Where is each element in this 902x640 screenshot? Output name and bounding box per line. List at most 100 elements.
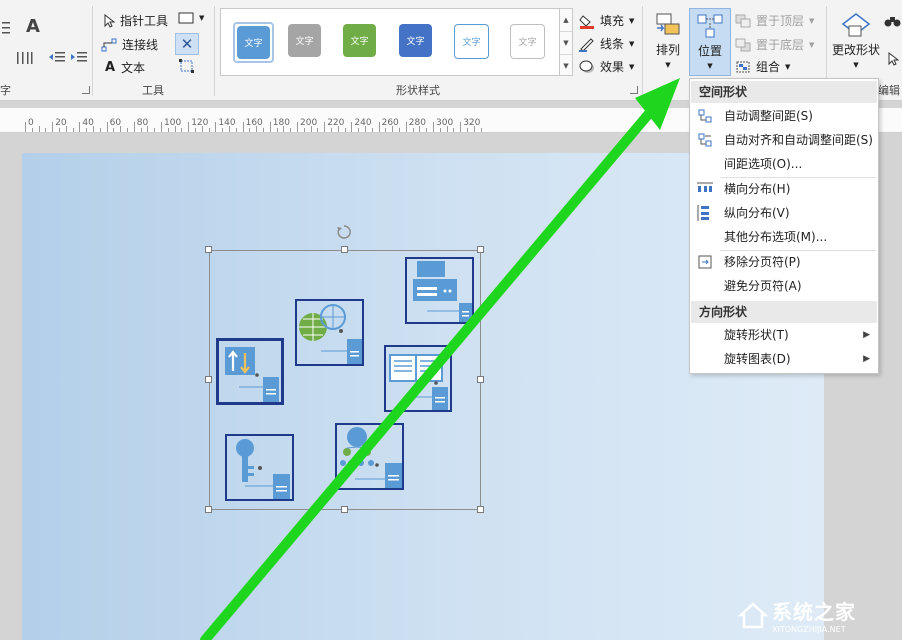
position-button[interactable]: 位置 ▼ bbox=[689, 8, 731, 76]
style-swatch-2[interactable]: 文字 bbox=[288, 24, 321, 57]
font-size-icon[interactable]: A bbox=[26, 16, 40, 37]
style-swatch-6[interactable]: 文字 bbox=[510, 24, 545, 59]
fill-button[interactable]: 填充 ▼ bbox=[579, 12, 634, 29]
gallery-down-icon[interactable]: ▼ bbox=[560, 32, 572, 55]
menu-item-remove-page-break[interactable]: 移除分页符(P) bbox=[690, 251, 878, 273]
ruler-tick bbox=[433, 122, 434, 132]
ruler-label: 100 bbox=[164, 118, 181, 128]
menu-item-label: 自动对齐和自动调整间距(S) bbox=[724, 129, 873, 151]
swatch-1-inner: 文字 bbox=[237, 26, 270, 59]
book-shape[interactable] bbox=[384, 345, 452, 412]
ruler-minor-tick bbox=[399, 128, 400, 132]
line-button[interactable]: 线条 ▼ bbox=[579, 35, 634, 52]
ruler-minor-tick bbox=[290, 128, 291, 132]
ruler-minor-tick bbox=[45, 128, 46, 132]
rotate-handle-icon[interactable] bbox=[336, 224, 352, 240]
effect-button[interactable]: 效果 ▼ bbox=[579, 58, 634, 75]
delete-x-icon[interactable]: ✕ bbox=[175, 33, 199, 55]
ruler-minor-tick bbox=[175, 126, 176, 132]
resize-handle-sw[interactable] bbox=[205, 506, 212, 513]
org-tree-shape[interactable] bbox=[335, 423, 404, 490]
resize-handle-w[interactable] bbox=[205, 376, 212, 383]
ruler-minor-tick bbox=[195, 128, 196, 132]
ruler-tick bbox=[297, 122, 298, 132]
change-shape-label: 更改形状 bbox=[832, 41, 880, 58]
style-swatch-4[interactable]: 文字 bbox=[399, 24, 432, 57]
globe-network-shape[interactable] bbox=[295, 299, 364, 366]
gallery-scroll[interactable]: ▲ ▼ ▼ bbox=[559, 8, 573, 76]
line-label: 线条 bbox=[600, 35, 624, 52]
style-swatch-3[interactable]: 文字 bbox=[343, 24, 376, 57]
resize-handle-s[interactable] bbox=[341, 506, 348, 513]
gallery-more-icon[interactable]: ▼ bbox=[560, 55, 572, 77]
menu-item-label: 间距选项(O)... bbox=[724, 153, 802, 175]
ruler-label: 300 bbox=[436, 118, 453, 128]
menu-item-vertical-distribute[interactable]: 纵向分布(V) bbox=[690, 202, 878, 224]
shape-styles-launcher[interactable] bbox=[630, 86, 638, 94]
ruler-minor-tick bbox=[331, 128, 332, 132]
send-back-label: 置于底层 bbox=[756, 36, 804, 53]
transfer-shape[interactable] bbox=[216, 338, 284, 405]
indent-decrease-icon[interactable] bbox=[48, 50, 66, 64]
resize-handle-se[interactable] bbox=[477, 506, 484, 513]
key-shape[interactable] bbox=[225, 434, 294, 501]
menu-item-horizontal-distribute[interactable]: 横向分布(H) bbox=[690, 178, 878, 200]
chevron-down-icon: ▼ bbox=[199, 14, 204, 22]
menu-item-spacing-options[interactable]: 间距选项(O)... bbox=[690, 153, 878, 175]
change-shape-button[interactable]: 更改形状 ▼ bbox=[830, 12, 882, 69]
vertical-distribute-icon bbox=[697, 205, 713, 221]
select-pointer-icon[interactable] bbox=[887, 52, 899, 66]
watermark-text: 系统之家 bbox=[772, 596, 856, 625]
binoculars-icon[interactable] bbox=[884, 14, 902, 28]
send-to-back-button[interactable]: 置于底层 ▼ bbox=[735, 36, 814, 53]
ruler-tick bbox=[324, 122, 325, 132]
ruler-minor-tick bbox=[345, 128, 346, 132]
text-direction-icon[interactable] bbox=[16, 50, 34, 66]
ruler-minor-tick bbox=[304, 128, 305, 132]
indent-increase-icon[interactable] bbox=[70, 50, 88, 64]
group-button[interactable]: 组合 ▼ bbox=[735, 58, 790, 75]
connector-label: 连接线 bbox=[122, 36, 158, 53]
connector-icon bbox=[101, 38, 117, 52]
ruler-minor-tick bbox=[236, 128, 237, 132]
shape-styles-group-label: 形状样式 bbox=[396, 82, 440, 98]
menu-item-align-space[interactable]: 自动对齐和自动调整间距(S) bbox=[690, 129, 878, 151]
menu-item-avoid-page-break[interactable]: 避免分页符(A) bbox=[690, 275, 878, 297]
rectangle-shape-button[interactable]: ▼ bbox=[178, 12, 204, 24]
ruler-minor-tick bbox=[66, 126, 67, 132]
ruler-minor-tick bbox=[277, 128, 278, 132]
pointer-tool-button[interactable]: 指针工具 bbox=[103, 12, 168, 29]
swatch-2-label: 文字 bbox=[295, 34, 313, 47]
list-icon[interactable] bbox=[2, 20, 12, 36]
arrange-button[interactable]: 排列 ▼ bbox=[652, 12, 684, 69]
style-swatch-5[interactable]: 文字 bbox=[454, 24, 489, 59]
ruler-minor-tick bbox=[283, 126, 284, 132]
ruler-minor-tick bbox=[93, 126, 94, 132]
crop-handles-icon[interactable] bbox=[178, 58, 196, 74]
menu-item-auto-space[interactable]: 自动调整间距(S) bbox=[690, 105, 878, 127]
menu-item-label: 自动调整间距(S) bbox=[724, 105, 813, 127]
bring-to-front-button[interactable]: 置于顶层 ▼ bbox=[735, 12, 814, 29]
ruler-minor-tick bbox=[229, 126, 230, 132]
resize-handle-ne[interactable] bbox=[477, 246, 484, 253]
ruler-minor-tick bbox=[100, 128, 101, 132]
menu-item-label: 其他分布选项(M)... bbox=[724, 226, 827, 248]
menu-section-space-shapes: 空间形状 bbox=[691, 81, 877, 103]
style-swatch-1[interactable]: 文字 bbox=[233, 22, 274, 63]
resize-handle-e[interactable] bbox=[477, 376, 484, 383]
resize-handle-n[interactable] bbox=[341, 246, 348, 253]
text-tool-button[interactable]: A 文本 bbox=[104, 59, 145, 76]
chevron-down-icon: ▼ bbox=[629, 17, 634, 25]
ruler-minor-tick bbox=[256, 126, 257, 132]
resize-handle-nw[interactable] bbox=[205, 246, 212, 253]
submenu-arrow-icon: ▶ bbox=[863, 324, 870, 346]
menu-item-rotate-diagram[interactable]: 旋转图表(D) ▶ bbox=[690, 348, 878, 370]
menu-item-rotate-shapes[interactable]: 旋转形状(T) ▶ bbox=[690, 324, 878, 346]
paragraph-group-launcher[interactable] bbox=[82, 86, 90, 94]
group-label: 组合 bbox=[756, 58, 780, 75]
gallery-up-icon[interactable]: ▲ bbox=[560, 9, 572, 32]
ruler-tick bbox=[79, 122, 80, 132]
connector-button[interactable]: 连接线 bbox=[101, 36, 158, 53]
server-shape[interactable] bbox=[405, 257, 474, 324]
menu-item-other-distribute[interactable]: 其他分布选项(M)... bbox=[690, 226, 878, 248]
